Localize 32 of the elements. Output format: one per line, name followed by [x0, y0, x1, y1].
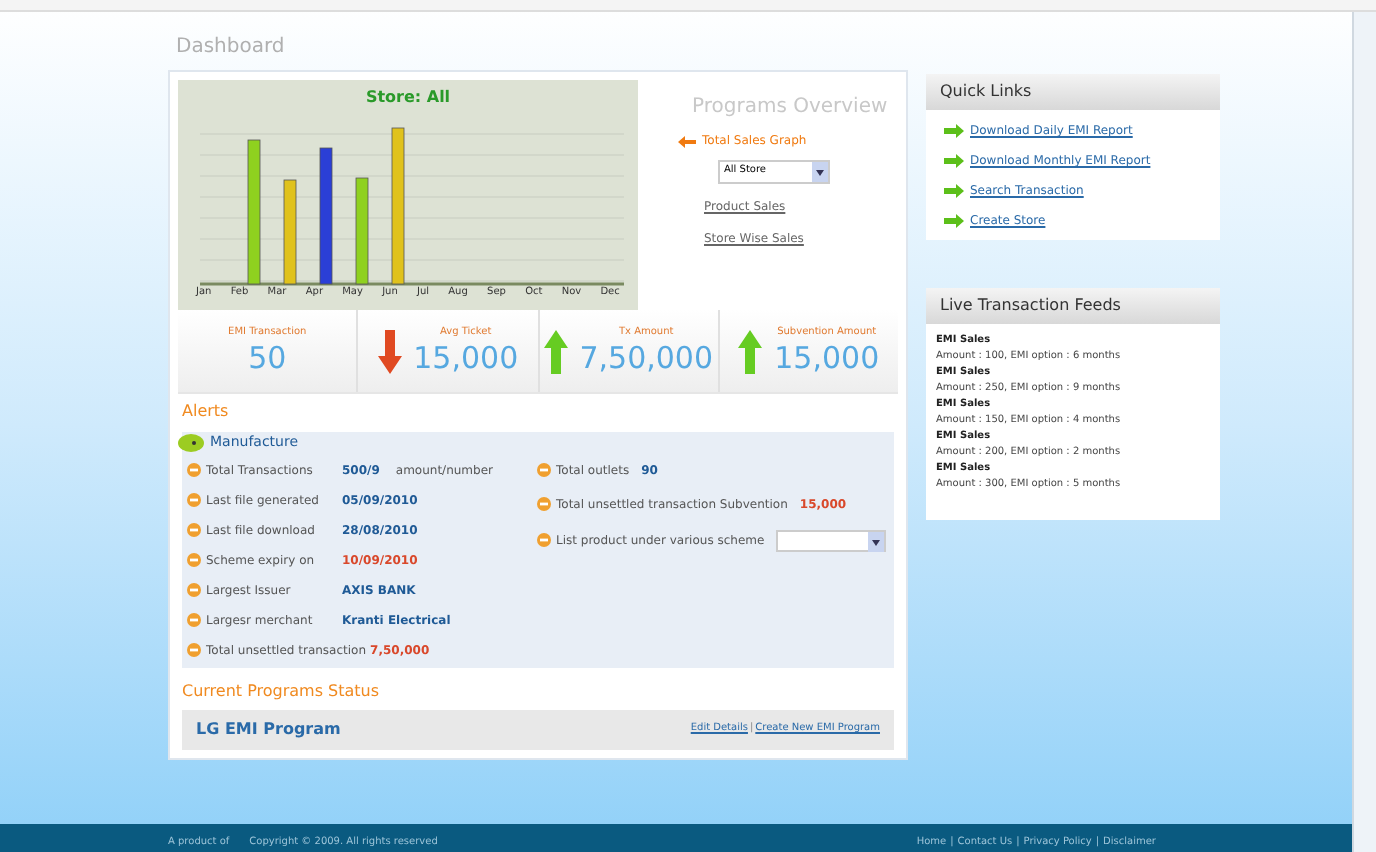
- stat-value: 7,50,000: [579, 340, 714, 377]
- programs-title: Current Programs Status: [182, 679, 382, 703]
- panel-title: Live Transaction Feeds: [926, 288, 1220, 324]
- dropdown-icon: [868, 531, 885, 551]
- alerts-title: Alerts: [182, 400, 231, 424]
- up-arrow-icon: [543, 329, 568, 373]
- dropdown-icon: [812, 162, 828, 182]
- up-arrow-icon: [738, 329, 763, 373]
- bullet-icon: [186, 492, 202, 508]
- bullet-icon: [536, 462, 552, 478]
- bullet-icon: [536, 532, 552, 548]
- chart-title: Store: All: [365, 86, 451, 110]
- down-arrow-icon: [377, 329, 402, 373]
- left-arrow-icon: [678, 135, 696, 147]
- page-title: Dashboard: [174, 34, 287, 62]
- stat-value: 15,000: [413, 340, 519, 377]
- stat-value: 50: [248, 340, 287, 377]
- bullet-icon: [186, 462, 202, 478]
- status-icon: [178, 433, 204, 452]
- stat-value: 15,000: [774, 340, 880, 377]
- panel-title: Quick Links: [926, 74, 1220, 110]
- bullet-icon: [186, 582, 202, 598]
- bullet-icon: [186, 612, 202, 628]
- bullet-icon: [186, 552, 202, 568]
- program-name: LG EMI Program: [196, 717, 341, 741]
- chart-bar: [283, 179, 297, 285]
- bullet-icon: [186, 642, 202, 658]
- chart-bar: [319, 147, 333, 285]
- scheme-select[interactable]: [776, 529, 887, 551]
- bullet-icon: [186, 522, 202, 538]
- chart-bar: [355, 177, 369, 285]
- bullet-icon: [536, 496, 552, 512]
